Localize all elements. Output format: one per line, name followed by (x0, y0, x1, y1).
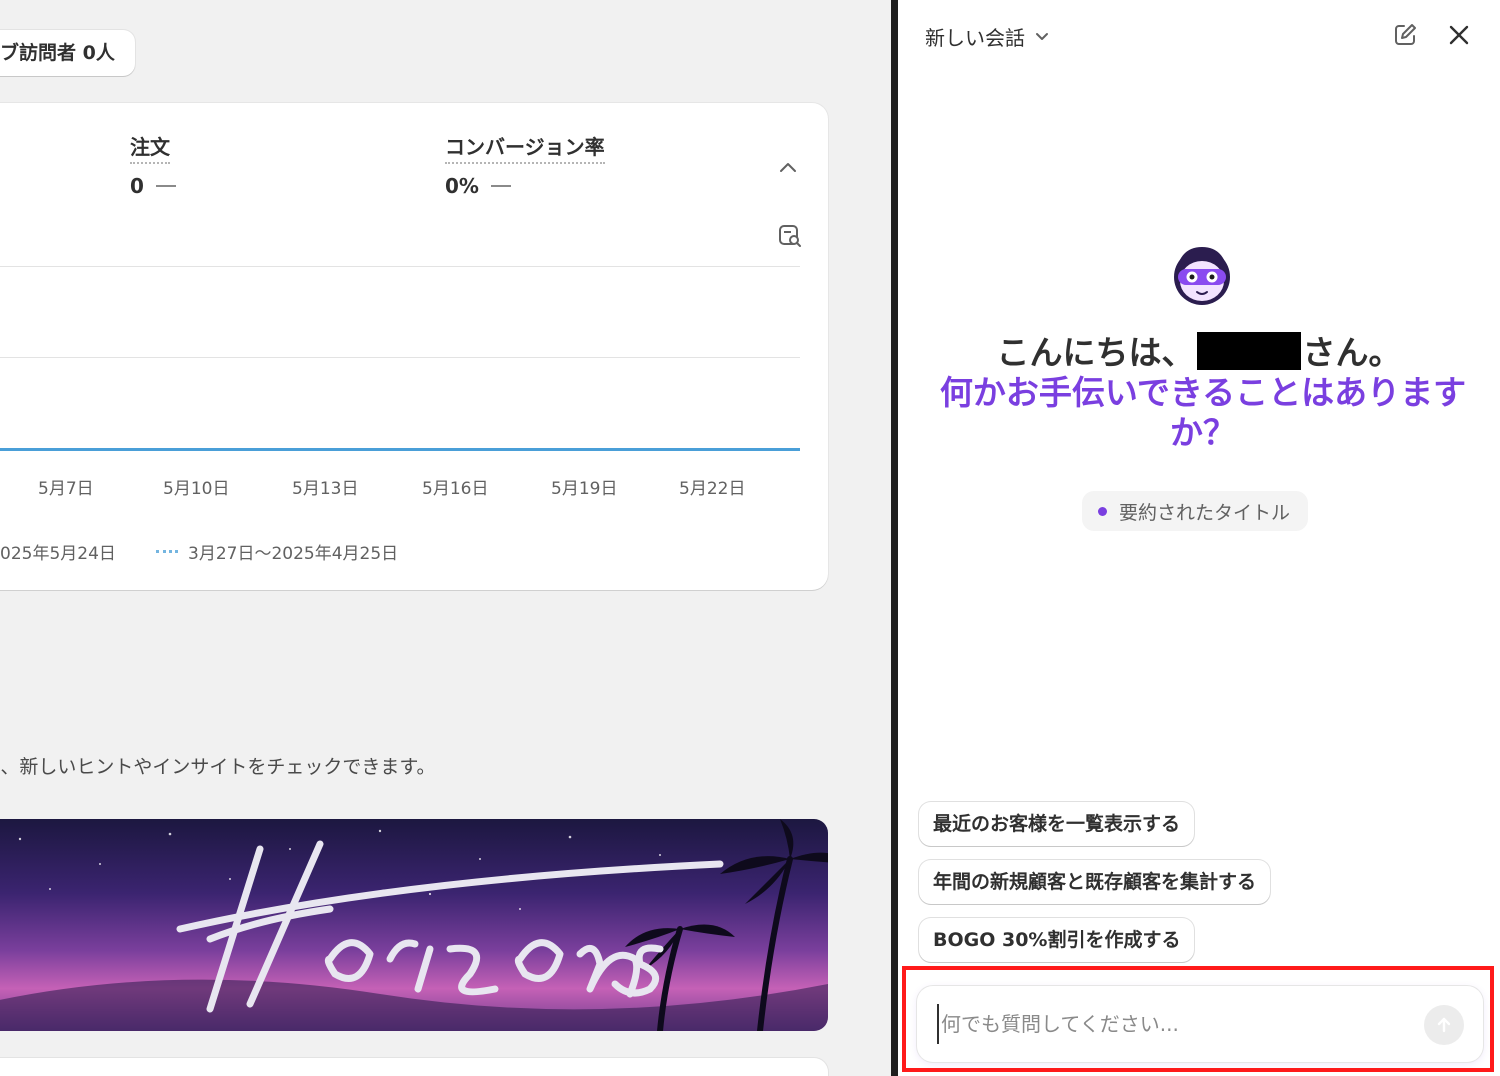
legend-previous-period: 3月27日〜2025年4月25日 (156, 539, 398, 564)
metric-label: コンバージョン率 (445, 131, 605, 164)
chevron-down-icon (1036, 32, 1048, 40)
suggestion-list-recent-customers[interactable]: 最近のお客様を一覧表示する (919, 802, 1195, 846)
suggestion-new-vs-returning[interactable]: 年間の新規顧客と既存顧客を集計する (919, 860, 1271, 904)
live-visitors-button[interactable]: ブ訪問者 0人 (0, 30, 135, 76)
conversation-title: 新しい会話 (925, 26, 1025, 50)
metric-value: 0 (130, 174, 144, 198)
x-tick-label: 5月13日 (292, 479, 359, 499)
close-icon[interactable] (1448, 24, 1470, 46)
metric-orders[interactable]: 注文 0 (130, 131, 176, 198)
status-dot-icon (1098, 506, 1107, 516)
trend-dash (490, 185, 511, 187)
x-tick-label: 5月16日 (422, 479, 489, 499)
legend-current-period: 025年5月24日 (0, 544, 116, 564)
metric-value: 0% (445, 174, 479, 198)
arrow-up-icon (1437, 1017, 1451, 1033)
chart-gridline (0, 357, 800, 358)
analytics-pane: ブ訪問者 0人 注文 0 コンバージョン率 0% 5月7日 5月10日 5月13… (0, 0, 891, 1076)
horizons-banner[interactable] (0, 819, 828, 1031)
x-tick-label: 5月10日 (163, 479, 230, 499)
insights-description: に、新しいヒントやインサイトをチェックできます。 (0, 756, 436, 778)
x-tick-label: 5月22日 (679, 479, 746, 499)
trend-dash (155, 185, 176, 187)
pane-divider[interactable] (891, 0, 898, 1076)
redacted-username (1196, 332, 1301, 370)
metric-conversion-rate[interactable]: コンバージョン率 0% (445, 131, 605, 198)
new-chat-icon[interactable] (1392, 22, 1418, 48)
dotted-line-icon (156, 550, 178, 553)
conversation-selector[interactable]: 新しい会話 (925, 22, 1049, 51)
summary-title-pill[interactable]: 要約されたタイトル (1082, 491, 1309, 531)
metric-label: 注文 (130, 131, 170, 164)
next-card (0, 1058, 828, 1076)
greeting-subheading: 何かお手伝いできることはありますか？ (939, 373, 1467, 452)
sidekick-avatar-icon (1174, 247, 1230, 305)
assistant-panel: 新しい会話 こんにちは、 さん。 何かお手伝いできることはありますか？ 要約された… (898, 0, 1500, 1076)
chart-analyze-icon[interactable] (777, 223, 803, 249)
chart-gridline (0, 266, 800, 267)
chat-input[interactable] (937, 1004, 1407, 1044)
chat-input-box[interactable] (917, 986, 1483, 1062)
suggestion-create-bogo-discount[interactable]: BOGO 30%割引を作成する (919, 918, 1195, 962)
greeting-heading: こんにちは、 さん。 (996, 332, 1402, 372)
sales-chart-card: 注文 0 コンバージョン率 0% 5月7日 5月10日 5月13日 5月16日 … (0, 103, 828, 590)
horizons-artwork (0, 819, 828, 1031)
x-tick-label: 5月7日 (38, 479, 94, 499)
chevron-up-icon[interactable] (778, 159, 798, 175)
x-tick-label: 5月19日 (551, 479, 618, 499)
chart-series-line (0, 448, 800, 451)
send-button[interactable] (1424, 1005, 1464, 1045)
